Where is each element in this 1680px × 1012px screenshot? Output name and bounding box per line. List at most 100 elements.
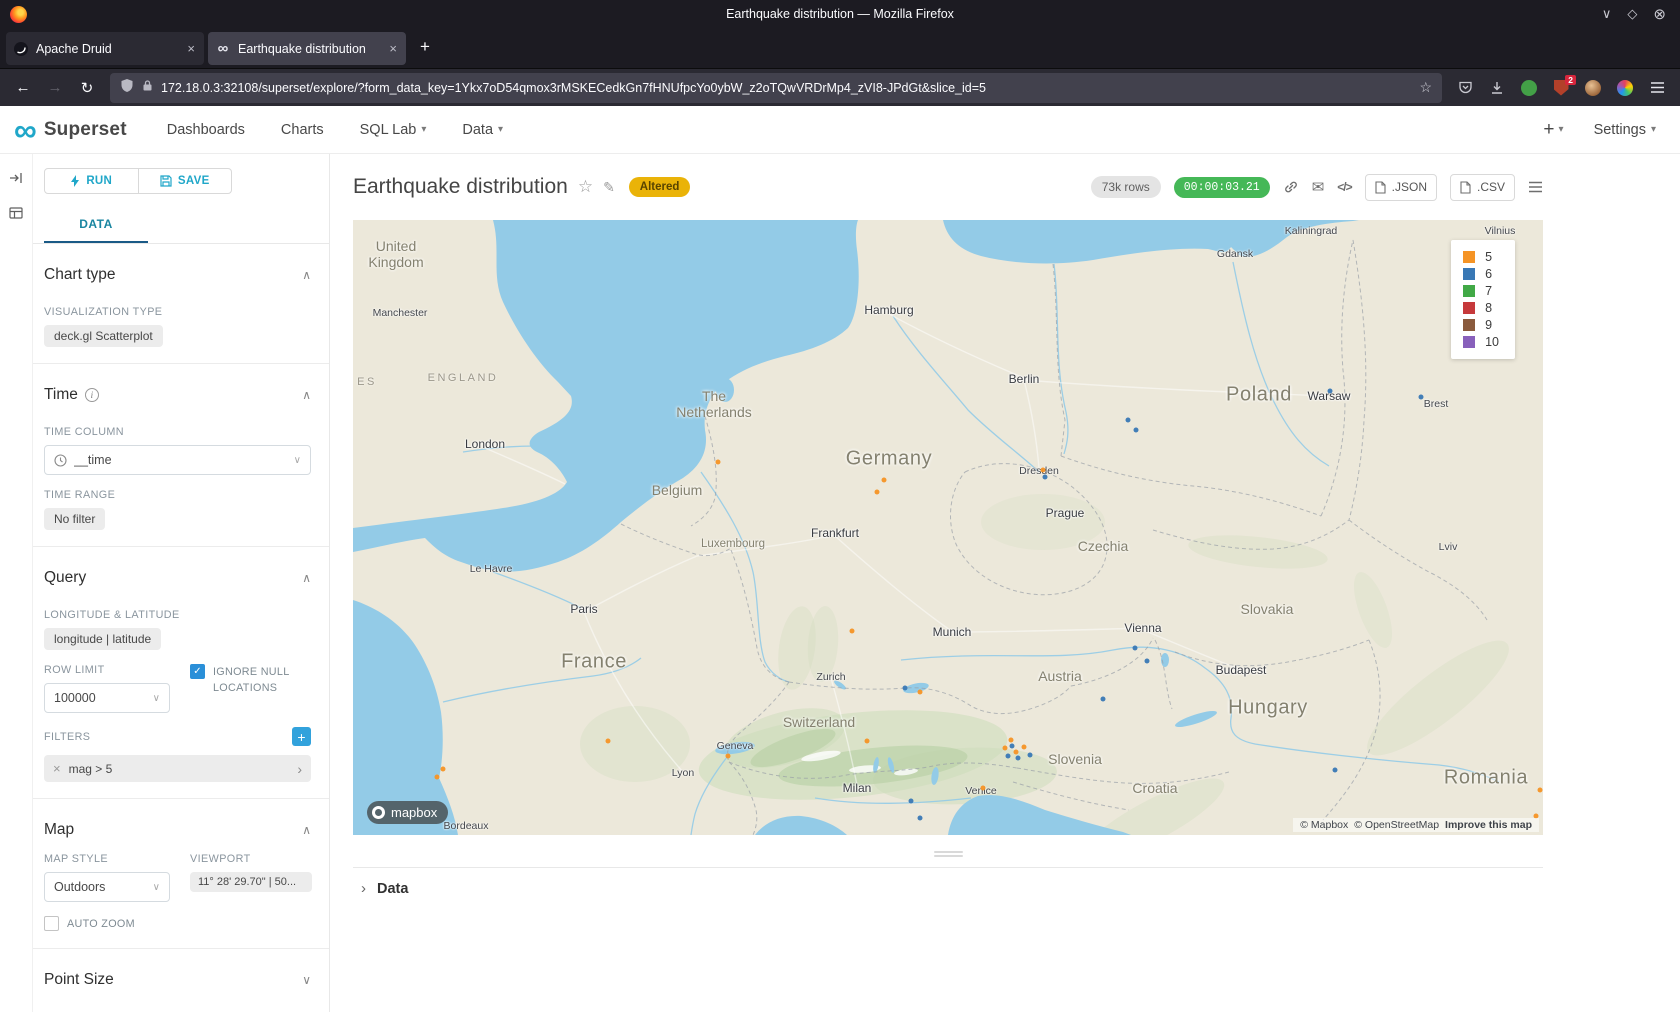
downloads-icon[interactable] bbox=[1482, 74, 1512, 102]
run-save-group: RUN SAVE bbox=[44, 168, 232, 194]
tab-close-icon[interactable]: × bbox=[387, 41, 399, 56]
expand-panel-icon[interactable] bbox=[8, 170, 24, 191]
nav-item-sql-lab[interactable]: SQL Lab ▾ bbox=[360, 122, 427, 138]
app-body: RUN SAVE DATA Chart type ∧ VISUALIZATION… bbox=[0, 154, 1680, 1012]
export-json-button[interactable]: .JSON bbox=[1365, 174, 1437, 201]
row-limit-select[interactable]: 100000 ∨ bbox=[44, 683, 170, 713]
map-canvas[interactable]: United KingdomENGLANDESThe NetherlandsBe… bbox=[353, 220, 1543, 835]
save-button[interactable]: SAVE bbox=[139, 169, 232, 193]
chevron-up-icon[interactable]: ∧ bbox=[302, 268, 311, 282]
section-time-header[interactable]: Time i ∧ bbox=[44, 386, 311, 404]
chevron-down-icon: ∨ bbox=[153, 882, 160, 893]
menu-button[interactable] bbox=[1642, 74, 1672, 102]
nav-item-dashboards[interactable]: Dashboards bbox=[167, 122, 245, 138]
ignore-null-label[interactable]: IGNORE NULL LOCATIONS bbox=[213, 664, 311, 696]
favorite-star-icon[interactable]: ☆ bbox=[578, 177, 593, 197]
section-point-size-header[interactable]: Point Size ∨ bbox=[44, 971, 311, 989]
new-tab-button[interactable]: + bbox=[412, 35, 438, 59]
window-minimize-button[interactable]: ∨ bbox=[1602, 6, 1612, 22]
edit-properties-icon[interactable]: ✎ bbox=[603, 179, 615, 196]
auto-zoom-label[interactable]: AUTO ZOOM bbox=[67, 916, 135, 932]
auto-zoom-row: AUTO ZOOM bbox=[44, 916, 311, 932]
window-close-button[interactable]: ⊗ bbox=[1653, 5, 1666, 23]
pocket-icon[interactable] bbox=[1450, 74, 1480, 102]
data-section-header[interactable]: › Data bbox=[353, 867, 1543, 909]
lonlat-label: LONGITUDE & LATITUDE bbox=[44, 609, 311, 621]
forward-button[interactable]: → bbox=[40, 74, 70, 102]
viewport-chip[interactable]: 11° 28' 29.70" | 50... bbox=[190, 872, 312, 892]
chevron-down-icon: ∨ bbox=[294, 455, 301, 466]
dataset-strip bbox=[0, 154, 33, 1012]
mapbox-attribution-link[interactable]: © Mapbox bbox=[1300, 819, 1348, 831]
viewport-label: VIEWPORT bbox=[190, 853, 312, 865]
embed-code-icon[interactable]: </> bbox=[1337, 180, 1351, 194]
file-icon bbox=[1460, 181, 1471, 194]
account-avatar[interactable] bbox=[1578, 74, 1608, 102]
remove-filter-icon[interactable]: × bbox=[53, 761, 61, 776]
section-query-header[interactable]: Query ∧ bbox=[44, 569, 311, 587]
share-link-icon[interactable] bbox=[1283, 179, 1299, 195]
chevron-up-icon[interactable]: ∧ bbox=[302, 571, 311, 585]
window-maximize-button[interactable]: ◇ bbox=[1627, 6, 1637, 22]
dataset-table-icon[interactable] bbox=[8, 205, 24, 226]
plus-icon: + bbox=[1543, 119, 1554, 141]
tab-close-icon[interactable]: × bbox=[185, 41, 197, 56]
back-button[interactable]: ← bbox=[8, 74, 38, 102]
filter-chip[interactable]: × mag > 5 › bbox=[44, 755, 311, 782]
nav-item-charts[interactable]: Charts bbox=[281, 122, 324, 138]
legend-label: 8 bbox=[1485, 301, 1492, 315]
caret-down-icon: ▾ bbox=[421, 124, 426, 135]
firefox-logo-icon bbox=[10, 6, 27, 23]
ublock-extension-icon[interactable]: 2 bbox=[1546, 74, 1576, 102]
new-item-button[interactable]: + ▾ bbox=[1543, 119, 1563, 141]
panel-resize-handle[interactable] bbox=[926, 851, 970, 857]
file-icon bbox=[1375, 181, 1386, 194]
bolt-icon bbox=[70, 175, 80, 187]
section-chart-type-header[interactable]: Chart type ∧ bbox=[44, 266, 311, 284]
improve-map-link[interactable]: Improve this map bbox=[1445, 819, 1532, 831]
reload-button[interactable]: ↻ bbox=[72, 74, 102, 102]
legend-label: 9 bbox=[1485, 318, 1492, 332]
email-icon[interactable]: ✉ bbox=[1312, 178, 1325, 196]
legend-label: 7 bbox=[1485, 284, 1492, 298]
legend-swatch bbox=[1463, 336, 1475, 348]
map-style-select[interactable]: Outdoors ∨ bbox=[44, 872, 170, 902]
settings-menu[interactable]: Settings ▾ bbox=[1594, 122, 1656, 138]
time-column-label: TIME COLUMN bbox=[44, 426, 311, 438]
chart-header: Earthquake distribution ☆ ✎ Altered 73k … bbox=[353, 168, 1543, 206]
time-column-select[interactable]: __time ∨ bbox=[44, 445, 311, 475]
nav-item-data[interactable]: Data ▾ bbox=[462, 122, 503, 138]
superset-brand[interactable]: ∞ Superset bbox=[14, 117, 127, 143]
add-filter-button[interactable]: + bbox=[292, 727, 311, 746]
browser-toolbar: ← → ↻ 172.18.0.3:32108/superset/explore/… bbox=[0, 68, 1680, 106]
section-map-header[interactable]: Map ∧ bbox=[44, 821, 311, 839]
time-range-chip[interactable]: No filter bbox=[44, 508, 105, 530]
osm-attribution-link[interactable]: © OpenStreetMap bbox=[1354, 819, 1439, 831]
mapbox-logo[interactable]: mapbox bbox=[367, 801, 448, 824]
chevron-up-icon[interactable]: ∧ bbox=[302, 823, 311, 837]
chevron-down-icon[interactable]: ∨ bbox=[302, 973, 311, 987]
tab-earthquake-distribution[interactable]: ∞ Earthquake distribution × bbox=[208, 32, 406, 65]
site-security-lock-icon[interactable] bbox=[142, 79, 153, 97]
tracking-protection-shield-icon[interactable] bbox=[120, 78, 134, 98]
run-button[interactable]: RUN bbox=[45, 169, 138, 193]
lonlat-chip[interactable]: longitude | latitude bbox=[44, 628, 161, 650]
druid-favicon-icon bbox=[13, 41, 29, 57]
tab-data[interactable]: DATA bbox=[44, 208, 148, 243]
auto-zoom-checkbox[interactable] bbox=[44, 916, 59, 931]
extension-pinwheel-icon[interactable] bbox=[1610, 74, 1640, 102]
viz-type-label: VISUALIZATION TYPE bbox=[44, 306, 311, 318]
tab-apache-druid[interactable]: Apache Druid × bbox=[6, 32, 204, 65]
section-time: Time i ∧ TIME COLUMN __time ∨ TIME RANGE… bbox=[33, 363, 329, 546]
chart-menu-icon[interactable] bbox=[1528, 181, 1543, 193]
export-csv-button[interactable]: .CSV bbox=[1450, 174, 1515, 201]
chart-actions: 73k rows 00:00:03.21 ✉ </> .JSON .CSV bbox=[1091, 174, 1543, 201]
chevron-up-icon[interactable]: ∧ bbox=[302, 388, 311, 402]
app-header: ∞ Superset Dashboards Charts SQL Lab ▾ D… bbox=[0, 106, 1680, 154]
extension-green-icon[interactable] bbox=[1514, 74, 1544, 102]
url-text[interactable]: 172.18.0.3:32108/superset/explore/?form_… bbox=[161, 81, 1411, 95]
url-bar[interactable]: 172.18.0.3:32108/superset/explore/?form_… bbox=[110, 73, 1442, 103]
ignore-null-checkbox[interactable]: ✓ bbox=[190, 664, 205, 679]
viz-type-chip[interactable]: deck.gl Scatterplot bbox=[44, 325, 163, 347]
bookmark-star-icon[interactable]: ☆ bbox=[1419, 79, 1432, 96]
